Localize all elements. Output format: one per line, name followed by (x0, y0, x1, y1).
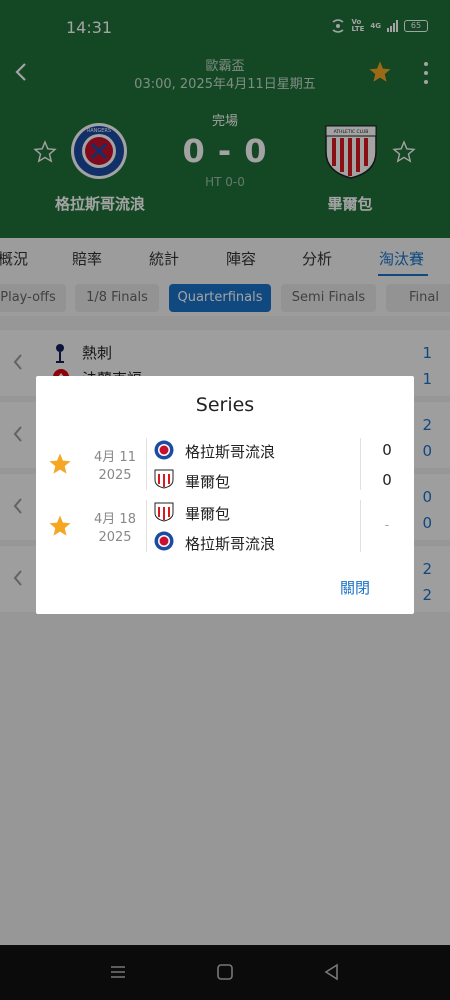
match-score: - (384, 518, 390, 533)
divider (146, 500, 147, 552)
series-team: 格拉斯哥流浪 (185, 443, 276, 461)
rangers-crest (154, 440, 174, 460)
series-dialog: Series 4月 11 2025 格拉斯哥流浪 畢爾包 0 0 4月 18 2… (36, 376, 414, 614)
rangers-crest (154, 531, 174, 551)
athletic-crest (154, 469, 174, 489)
match-score: 0 (382, 471, 392, 489)
divider (360, 438, 361, 490)
divider (360, 500, 361, 552)
divider (146, 438, 147, 490)
favorite-star-icon[interactable] (48, 514, 72, 538)
athletic-crest (154, 502, 174, 522)
series-team: 格拉斯哥流浪 (185, 535, 276, 553)
series-team: 畢爾包 (185, 505, 231, 523)
recent-apps-icon[interactable] (108, 962, 128, 982)
dialog-title: Series (195, 394, 255, 416)
match-date: 4月 18 (94, 512, 136, 527)
close-button[interactable]: 關閉 (340, 577, 370, 598)
favorite-star-icon[interactable] (48, 452, 72, 476)
match-score: 0 (382, 441, 392, 459)
match-date: 4月 11 (94, 450, 136, 465)
series-team: 畢爾包 (185, 473, 231, 491)
match-year: 2025 (98, 468, 132, 483)
back-icon[interactable] (322, 962, 342, 982)
system-nav-bar (0, 945, 450, 1000)
match-year: 2025 (98, 530, 132, 545)
home-icon[interactable] (215, 962, 235, 982)
